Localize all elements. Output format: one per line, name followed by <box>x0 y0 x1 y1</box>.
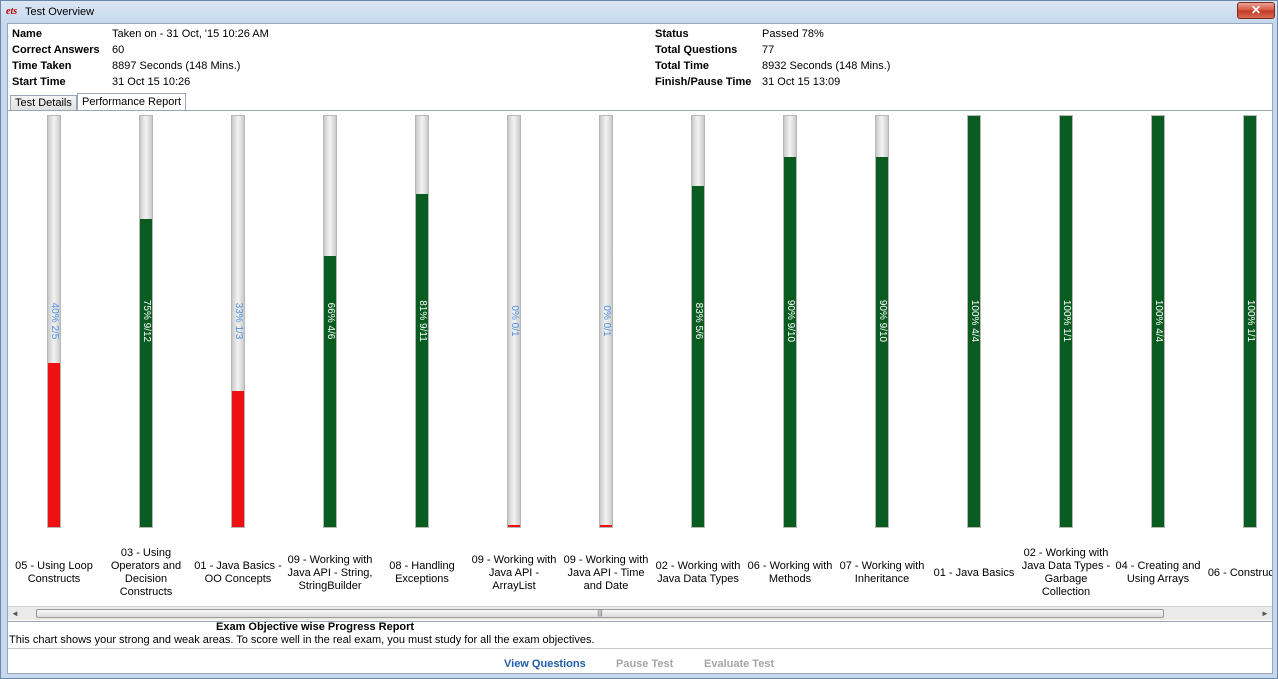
bar-fill <box>692 186 704 527</box>
time-taken-value: 8897 Seconds (148 Mins.) <box>112 60 241 72</box>
title-bar[interactable]: ets Test Overview ✕ <box>1 1 1277 23</box>
bar-column: 75% 9/12 03 - Using Operators and Decisio… <box>100 111 192 606</box>
tab-test-details[interactable]: Test Details <box>10 95 77 111</box>
category-label: 07 - Working with Inheritance <box>839 560 925 585</box>
footer-bar: View Questions Pause Test Evaluate Test <box>8 648 1272 674</box>
start-time-label: Start Time <box>12 76 66 88</box>
bar-fill <box>416 194 428 527</box>
bar-value-text: 90% 9/10 <box>877 299 888 343</box>
horizontal-scrollbar[interactable]: ◄ ||| ► <box>8 606 1272 620</box>
bar-column: 100% 1/1 02 - Working with Java Data Type… <box>1020 111 1112 606</box>
bar-value-text: 0% 0/1 <box>509 305 520 337</box>
window-title: Test Overview <box>25 6 95 18</box>
category-label: 01 - Java Basics - OO Concepts <box>194 560 282 585</box>
bar-column: 100% 1/1 06 - Constructors <box>1204 111 1272 606</box>
category-label: 01 - Java Basics <box>933 566 1015 579</box>
bar-column: 90% 9/10 06 - Working with Methods <box>744 111 836 606</box>
correct-answers-value: 60 <box>112 44 125 56</box>
bar-fill <box>140 219 152 527</box>
tab-performance-report[interactable]: Performance Report <box>77 93 187 111</box>
bar-column: 100% 4/4 01 - Java Basics <box>928 111 1020 606</box>
category-label: 06 - Working with Methods <box>747 560 833 585</box>
report-description: This chart shows your strong and weak ar… <box>9 634 595 646</box>
status-label: Status <box>655 28 689 40</box>
category-label: 03 - Using Operators and Decision Constr… <box>110 547 182 598</box>
bar-value-text: 100% 1/1 <box>1061 299 1072 343</box>
total-time-label: Total Time <box>655 60 709 72</box>
bar-column: 33% 1/3 01 - Java Basics - OO Concepts <box>192 111 284 606</box>
test-overview-window: ets Test Overview ✕ Name Taken on - 31 O… <box>0 0 1278 679</box>
close-icon: ✕ <box>1250 3 1262 17</box>
bar-column: 81% 9/11 08 - Handling Exceptions <box>376 111 468 606</box>
bar-column: 66% 4/6 09 - Working with Java API - Stri… <box>284 111 376 606</box>
bar-fill <box>508 525 520 527</box>
total-questions-label: Total Questions <box>655 44 738 56</box>
report-title: Exam Objective wise Progress Report <box>216 621 415 633</box>
close-button[interactable]: ✕ <box>1237 2 1275 19</box>
finish-time-value: 31 Oct 15 13:09 <box>762 76 841 88</box>
bar-column: 0% 0/1 09 - Working with Java API - Time … <box>560 111 652 606</box>
time-taken-label: Time Taken <box>12 60 72 72</box>
status-value: Passed 78% <box>762 28 824 40</box>
performance-chart: 100% 1/1 06 - Constructors 100% 4/4 04 - Cr… <box>8 110 1272 622</box>
category-label: 08 - Handling Exceptions <box>389 560 455 585</box>
app-icon: ets <box>6 6 18 17</box>
pause-test-button[interactable]: Pause Test <box>616 657 673 671</box>
bar-fill <box>48 363 60 527</box>
name-label: Name <box>12 28 42 40</box>
category-label: 02 - Working with Java Data Types <box>655 560 741 585</box>
scroll-right-icon[interactable]: ► <box>1258 607 1272 620</box>
bar-fill <box>600 525 612 527</box>
bar-column: 100% 4/4 04 - Creating and Using Arrays <box>1112 111 1204 606</box>
name-value: Taken on - 31 Oct, '15 10:26 AM <box>112 28 269 40</box>
finish-time-label: Finish/Pause Time <box>655 76 752 88</box>
correct-answers-label: Correct Answers <box>12 44 100 56</box>
evaluate-test-button[interactable]: Evaluate Test <box>704 657 774 671</box>
bar-column: 40% 2/5 05 - Using Loop Constructs <box>8 111 100 606</box>
category-label: 05 - Using Loop Constructs <box>15 560 93 585</box>
category-label: 04 - Creating and Using Arrays <box>1115 560 1201 585</box>
category-label: 09 - Working with Java API - Time and Da… <box>563 553 649 592</box>
view-questions-button[interactable]: View Questions <box>504 657 586 671</box>
info-left: Name Taken on - 31 Oct, '15 10:26 AM Cor… <box>12 26 612 90</box>
bar-value-text: 0% 0/1 <box>601 305 612 337</box>
bar-value-text: 90% 9/10 <box>785 299 796 343</box>
client-area: Name Taken on - 31 Oct, '15 10:26 AM Cor… <box>7 23 1273 674</box>
category-label: 09 - Working with Java API - ArrayList <box>471 553 557 592</box>
category-label: 06 - Constructors <box>1207 566 1272 579</box>
bar-column: 83% 5/6 02 - Working with Java Data Types <box>652 111 744 606</box>
bar-value-text: 33% 1/3 <box>233 302 244 340</box>
bar-value-text: 40% 2/5 <box>49 302 60 340</box>
bar-column: 90% 9/10 07 - Working with Inheritance <box>836 111 928 606</box>
total-time-value: 8932 Seconds (148 Mins.) <box>762 60 891 72</box>
info-right: Status Passed 78% Total Questions 77 Tot… <box>655 26 1255 90</box>
category-label: 02 - Working with Java Data Types - Garb… <box>1021 547 1111 598</box>
bar-fill <box>324 256 336 527</box>
bar-value-text: 75% 9/12 <box>141 299 152 343</box>
total-questions-value: 77 <box>762 44 775 56</box>
bar-value-text: 66% 4/6 <box>325 302 336 340</box>
bar-value-text: 81% 9/11 <box>417 300 428 342</box>
bar-value-text: 100% 4/4 <box>969 299 980 343</box>
bar-column: 0% 0/1 09 - Working with Java API - Array… <box>468 111 560 606</box>
bar-value-text: 83% 5/6 <box>693 302 704 340</box>
bar-value-text: 100% 1/1 <box>1245 299 1256 343</box>
category-label: 09 - Working with Java API - String, Str… <box>287 553 373 592</box>
start-time-value: 31 Oct 15 10:26 <box>112 76 191 88</box>
bar-fill <box>232 391 244 527</box>
scroll-thumb[interactable]: ||| <box>36 609 1164 618</box>
scroll-left-icon[interactable]: ◄ <box>8 607 22 620</box>
bar-value-text: 100% 4/4 <box>1153 299 1164 343</box>
